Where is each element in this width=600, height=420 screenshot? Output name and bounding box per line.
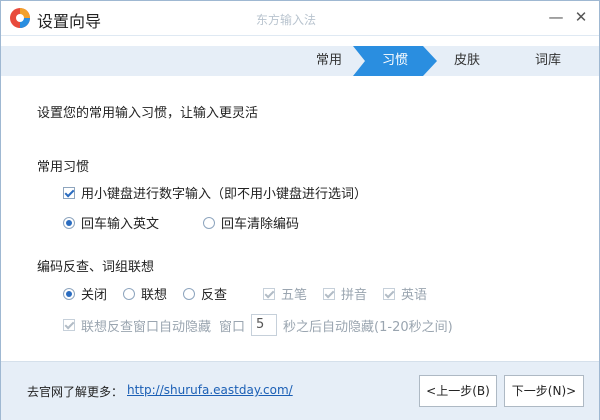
- app-logo-icon: [10, 8, 30, 28]
- mode-associate-radio[interactable]: [123, 287, 135, 300]
- lookup-wubi-label: 五笔: [281, 288, 308, 303]
- step-common[interactable]: 常用: [301, 46, 357, 76]
- enter-clear-radio[interactable]: [203, 216, 215, 229]
- footer-bar: 去官网了解更多： http://shurufa.eastday.com/ <上一…: [1, 361, 599, 420]
- mode-reverse-radio-row[interactable]: 反查: [183, 284, 227, 303]
- numpad-checkbox[interactable]: [63, 186, 75, 199]
- numpad-checkbox-row[interactable]: 用小键盘进行数字输入（即不用小键盘进行选词）: [63, 183, 367, 202]
- numpad-checkbox-label: 用小键盘进行数字输入（即不用小键盘进行选词）: [81, 187, 368, 202]
- lookup-wubi-row[interactable]: 五笔: [263, 284, 307, 303]
- mode-off-radio-row[interactable]: 关闭: [63, 284, 107, 303]
- official-site-link[interactable]: http://shurufa.eastday.com/: [127, 383, 293, 397]
- lookup-pinyin-row[interactable]: 拼音: [323, 284, 367, 303]
- next-step-button[interactable]: 下一步(N)>: [504, 375, 584, 407]
- auto-hide-seconds-input[interactable]: 5: [251, 314, 278, 336]
- auto-hide-row[interactable]: 联想反查窗口自动隐藏 窗口 5 秒之后自动隐藏(1-20秒之间): [63, 314, 453, 336]
- reverse-section-title: 编码反查、词组联想: [37, 260, 155, 275]
- enter-clear-label: 回车清除编码: [221, 217, 300, 232]
- auto-hide-label: 联想反查窗口自动隐藏: [81, 319, 212, 335]
- step-habits[interactable]: 习惯: [357, 46, 433, 76]
- enter-clear-radio-row[interactable]: 回车清除编码: [203, 213, 299, 232]
- enter-english-radio[interactable]: [63, 216, 75, 229]
- enter-english-radio-row[interactable]: 回车输入英文: [63, 213, 159, 232]
- step-skin[interactable]: 皮肤: [433, 46, 501, 76]
- mode-reverse-radio[interactable]: [183, 287, 195, 300]
- auto-hide-checkbox[interactable]: [63, 319, 75, 331]
- title-bar: 设置向导 东方输入法 — ✕: [1, 1, 599, 36]
- step-dictionary[interactable]: 词库: [511, 46, 585, 76]
- window-subtitle: 东方输入法: [256, 13, 317, 27]
- step-habits-label: 习惯: [381, 53, 408, 68]
- close-icon[interactable]: ✕: [569, 6, 593, 28]
- window-title: 设置向导: [37, 12, 102, 31]
- habits-section-title: 常用习惯: [37, 160, 90, 175]
- mode-associate-radio-row[interactable]: 联想: [123, 284, 167, 303]
- auto-hide-suffix: 秒之后自动隐藏(1-20秒之间): [283, 319, 453, 335]
- lookup-english-label: 英语: [401, 288, 428, 303]
- setup-wizard-window: 设置向导 东方输入法 — ✕ 常用 习惯 皮肤 词库 设置您的常用输入习惯，让输…: [0, 0, 600, 420]
- mode-associate-label: 联想: [141, 288, 168, 303]
- footer-label: 去官网了解更多：: [27, 385, 124, 399]
- mode-reverse-label: 反查: [201, 288, 228, 303]
- mode-off-label: 关闭: [81, 288, 108, 303]
- lookup-pinyin-label: 拼音: [341, 288, 368, 303]
- step-navigation: 常用 习惯 皮肤 词库: [1, 46, 599, 76]
- page-heading: 设置您的常用输入习惯，让输入更灵活: [37, 106, 259, 121]
- lookup-pinyin-checkbox[interactable]: [323, 287, 335, 300]
- previous-step-button[interactable]: <上一步(B): [419, 375, 497, 407]
- enter-english-label: 回车输入英文: [81, 217, 160, 232]
- lookup-wubi-checkbox[interactable]: [263, 287, 275, 300]
- lookup-english-row[interactable]: 英语: [383, 284, 427, 303]
- auto-hide-window-label: 窗口: [219, 319, 246, 335]
- minimize-icon[interactable]: —: [544, 6, 568, 28]
- lookup-english-checkbox[interactable]: [383, 287, 395, 300]
- mode-off-radio[interactable]: [63, 287, 75, 300]
